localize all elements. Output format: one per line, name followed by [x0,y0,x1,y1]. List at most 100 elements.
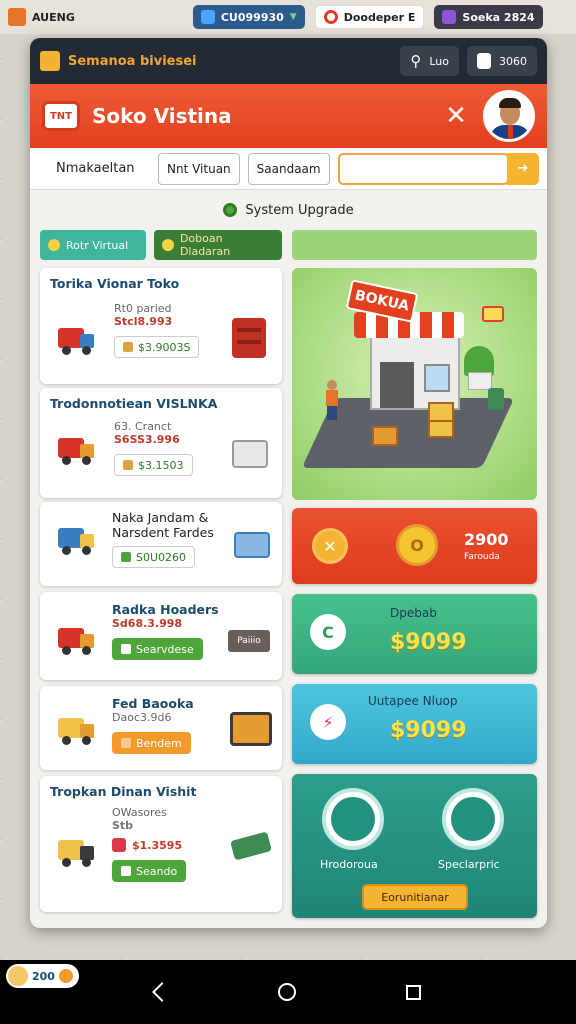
box-icon [123,342,133,352]
shop-header: TNT Soko Vistina ✕ [30,84,547,148]
shop-scene: BOKUA [292,230,537,500]
scene-topbar [292,230,537,260]
currency-value: CU099930 [220,10,284,24]
list-item[interactable]: Radka Hoaders Sd68.3.998 Searvdese Paiii… [40,592,282,680]
reward-amount: 2900 [464,530,509,549]
coin-icon [121,738,131,748]
alert-chip[interactable]: Doodeper E [314,5,425,29]
filter-row: Nmakaeltan Nnt Vituan Saandaam ➜ [30,148,547,190]
shop-logo: TNT [42,101,80,131]
balance-value: $9099 [390,630,467,655]
currency-icon [200,10,215,24]
system-upgrade[interactable]: System Upgrade [30,190,547,230]
tab-bar: Rotr Virtual Doboan Dladaran [40,230,282,260]
back-icon[interactable] [151,982,172,1002]
side-button[interactable]: Paiiio [228,630,270,652]
list-item[interactable]: Naka Jandam & Narsdent Fardes S0U0260 [40,502,282,586]
upgrade-tile[interactable]: ⚡ Uutapee Nluop $9099 [292,684,537,764]
search-button[interactable]: ⚲ Luo [400,46,459,76]
item-price: Sd68.3.998 [112,617,183,630]
upgrade-tile-label: Uutapee Nluop [368,694,458,708]
shop-title: Soko Vistina [92,104,232,128]
device-icon [232,440,268,468]
list-item[interactable]: Trodonnotiean VISLNKA 63. Cranct S6SS3.9… [40,388,282,498]
app-icon [8,8,26,26]
list-item[interactable]: Fed Baooka Daoc3.9d6 Bendem [40,686,282,770]
list-item[interactable]: Torika Vionar Toko Rt0 paried Stcl8.993 … [40,268,282,384]
upgrade-tile-value: $9099 [390,718,467,743]
item-title: Naka Jandam & [112,510,209,525]
app-indicator: AUENG [8,5,83,29]
item-sub: Daoc3.9d6 [112,711,172,724]
item-price: Stb [112,819,134,832]
truck-icon [58,324,96,355]
bolt-icon: ⚡ [310,704,346,740]
filter-chip-2[interactable]: Saandaam [247,152,330,185]
item-price: Stcl8.993 [114,315,173,328]
player-badge[interactable]: 200 [6,964,79,988]
coin-icon [58,969,73,983]
search-icon: ⚲ [410,52,422,70]
price-tag[interactable]: S0U0260 [112,546,196,568]
tag-label: $3.9003S [138,340,191,354]
tag-label: S0U0260 [136,550,187,564]
avatar[interactable] [483,90,535,142]
tag-label: Bendem [136,736,182,750]
list-item[interactable]: Tropkan Dinan Vishit OWasores Stb $1.359… [40,776,282,912]
alert-value: Doodeper E [343,10,416,24]
tab-virtual[interactable]: Rotr Virtual [40,230,147,260]
worker-icon[interactable] [322,788,384,850]
price-tag[interactable]: $3.9003S [114,336,200,358]
worker-label: Hrodoroua [320,858,378,871]
repair-label: Speclarpric [438,858,500,871]
item-sub: OWasores [112,806,167,819]
balance-tile[interactable]: C Dpebab $9099 [292,594,537,674]
reward-tile[interactable]: ✕ O 2900 Farouda [292,508,537,584]
buy-button[interactable]: Bendem [112,732,191,754]
item-list: Rotr Virtual Doboan Dladaran Torika Vion… [40,230,282,912]
search-button-label: Luo [429,54,449,68]
close-icon[interactable]: ✕ [441,101,471,131]
player-avatar [8,966,28,986]
lamp-icon [482,306,504,322]
system-navbar [0,960,576,1024]
item-title: Trodonnotiean VISLNKA [50,396,218,411]
box-icon [123,460,133,470]
filter-chip-1[interactable]: Nnt Vituan [158,152,240,185]
system-title: Semanoa biviesei [68,53,197,69]
lock-counter[interactable]: 3060 [467,46,537,76]
search-submit-button[interactable]: ➜ [507,152,539,185]
tab-dladaran[interactable]: Doboan Dladaran [154,230,282,260]
forklift-icon [58,836,96,867]
gem-chip[interactable]: Soeka 2824 [434,5,543,29]
coin-icon: O [396,524,438,566]
status-strip: AUENG CU099930 ▼ Doodeper E Soeka 2824 [0,0,576,34]
home-icon[interactable] [278,983,297,1001]
item-title: Radka Hoaders [112,602,219,617]
item-sub: 63. Cranct [114,420,172,433]
item-title: Fed Baooka [112,696,194,711]
tools-icon: ✕ [312,528,348,564]
power-icon: C [310,614,346,650]
coin-icon [162,239,174,251]
truck-icon [58,624,96,655]
wrench-icon[interactable] [442,788,504,850]
cash-icon [230,831,272,861]
gem-icon [442,10,457,24]
tag-label: Searvdese [136,642,194,656]
service-button[interactable]: Searvdese [112,638,203,660]
upgrade-label: System Upgrade [245,202,354,218]
ring-icon [323,10,338,24]
filter-label: Nmakaeltan [56,161,135,176]
tab-label: Rotr Virtual [66,238,129,252]
truck-icon [58,434,96,465]
action-button[interactable]: Eorunitianar [362,884,468,910]
content-area: Rotr Virtual Doboan Dladaran Torika Vion… [40,230,537,928]
send-button[interactable]: Seando [112,860,187,882]
recent-apps-icon[interactable] [406,984,422,1000]
truck-icon [58,714,96,745]
search-input[interactable] [337,152,509,185]
price-tag[interactable]: $3.1503 [114,454,193,476]
check-icon [112,838,126,852]
currency-chip[interactable]: CU099930 ▼ [192,5,305,29]
